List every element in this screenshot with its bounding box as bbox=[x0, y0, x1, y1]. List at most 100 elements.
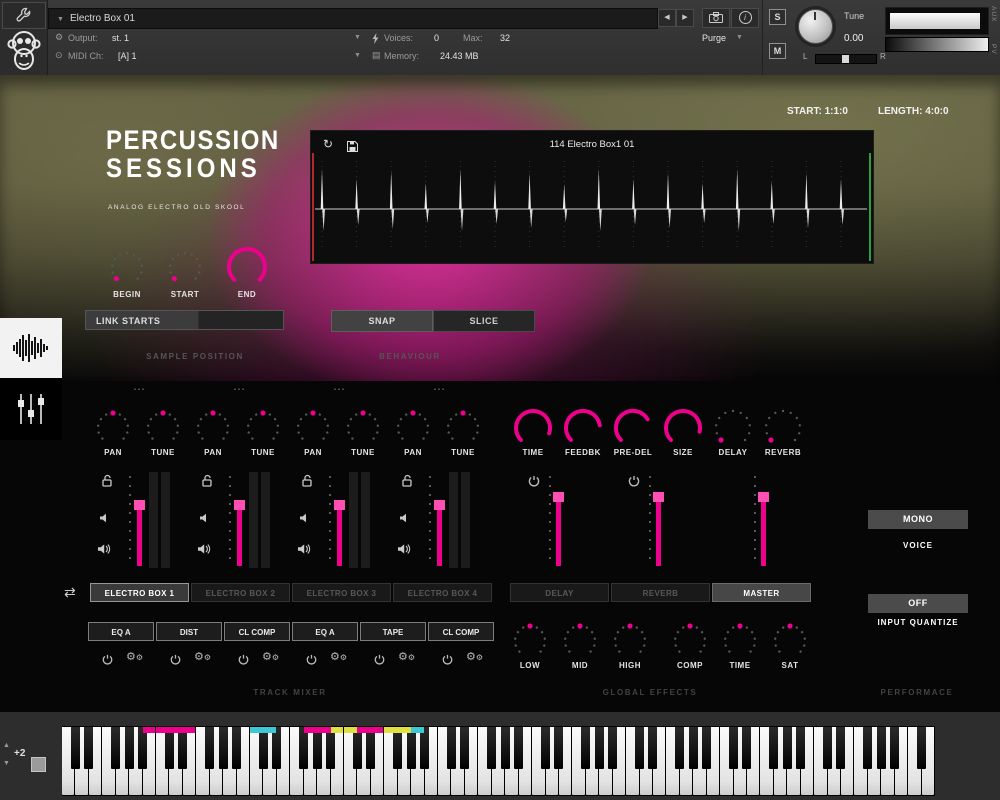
pan-knob[interactable] bbox=[193, 408, 233, 453]
black-key[interactable] bbox=[595, 727, 604, 769]
black-key[interactable] bbox=[407, 727, 416, 769]
fx6-power-icon[interactable] bbox=[442, 652, 453, 670]
tab-master-bus[interactable]: MASTER bbox=[712, 583, 811, 602]
tune-knob[interactable] bbox=[343, 408, 383, 453]
channel-fader-handle[interactable] bbox=[434, 500, 445, 510]
speaker-loud-icon[interactable] bbox=[397, 542, 412, 560]
strip-menu-icon[interactable]: ⋯ bbox=[91, 382, 187, 396]
fx-slot-1[interactable]: EQ A bbox=[88, 622, 154, 641]
start-knob[interactable] bbox=[165, 248, 205, 293]
fx-slot-3[interactable]: CL COMP bbox=[224, 622, 290, 641]
fx-slot-4[interactable]: EQ A bbox=[292, 622, 358, 641]
delay-fader[interactable] bbox=[556, 496, 561, 566]
octave-down-icon[interactable]: ▼ bbox=[3, 760, 10, 767]
fx4-edit-icon[interactable]: ⚙⚙ bbox=[330, 650, 347, 663]
black-key[interactable] bbox=[769, 727, 778, 769]
master-fader-handle[interactable] bbox=[758, 492, 769, 502]
purge-button[interactable]: Purge bbox=[702, 33, 726, 43]
chevron-down-icon[interactable]: ▼ bbox=[57, 16, 64, 23]
black-key[interactable] bbox=[138, 727, 147, 769]
black-key[interactable] bbox=[581, 727, 590, 769]
fx1-power-icon[interactable] bbox=[102, 652, 113, 670]
black-key[interactable] bbox=[836, 727, 845, 769]
fx2-edit-icon[interactable]: ⚙⚙ bbox=[194, 650, 211, 663]
prev-instrument-button[interactable]: ◀ bbox=[658, 9, 676, 27]
fx1-edit-icon[interactable]: ⚙⚙ bbox=[126, 650, 143, 663]
speaker-quiet-icon[interactable] bbox=[399, 510, 411, 528]
channel-fader-handle[interactable] bbox=[234, 500, 245, 510]
voice-mode-button[interactable]: MONO bbox=[868, 510, 968, 529]
channel-fader[interactable] bbox=[337, 504, 342, 566]
fx4-power-icon[interactable] bbox=[306, 652, 317, 670]
master-tune-knob[interactable] bbox=[798, 9, 833, 44]
fx-slot-6[interactable]: CL COMP bbox=[428, 622, 494, 641]
tune-knob[interactable] bbox=[443, 408, 483, 453]
output-dropdown-icon[interactable]: ▼ bbox=[354, 34, 361, 41]
eq-low-knob[interactable] bbox=[510, 621, 550, 666]
tape-time-knob[interactable] bbox=[720, 621, 760, 666]
pan-knob[interactable] bbox=[393, 408, 433, 453]
black-key[interactable] bbox=[742, 727, 751, 769]
channel-fader-handle[interactable] bbox=[334, 500, 345, 510]
black-key[interactable] bbox=[447, 727, 456, 769]
waveform-plot[interactable] bbox=[315, 153, 867, 259]
black-key[interactable] bbox=[689, 727, 698, 769]
delay-fader-handle[interactable] bbox=[553, 492, 564, 502]
pan-slider-handle[interactable] bbox=[842, 55, 849, 63]
black-key[interactable] bbox=[863, 727, 872, 769]
black-key[interactable] bbox=[420, 727, 429, 769]
tab-electro-box-3[interactable]: ELECTRO BOX 3 bbox=[292, 583, 391, 602]
black-key[interactable] bbox=[111, 727, 120, 769]
octave-up-icon[interactable]: ▲ bbox=[3, 742, 10, 749]
black-key[interactable] bbox=[501, 727, 510, 769]
black-key[interactable] bbox=[783, 727, 792, 769]
sample-end-marker[interactable] bbox=[869, 153, 871, 261]
black-key[interactable] bbox=[554, 727, 563, 769]
black-key[interactable] bbox=[890, 727, 899, 769]
black-key[interactable] bbox=[232, 727, 241, 769]
speaker-quiet-icon[interactable] bbox=[199, 510, 211, 528]
strip-menu-icon[interactable]: ⋯ bbox=[191, 382, 287, 396]
black-key[interactable] bbox=[125, 727, 134, 769]
swap-tracks-icon[interactable]: ⇄ bbox=[64, 584, 76, 601]
lock-icon[interactable] bbox=[101, 474, 113, 492]
instrument-title-bar[interactable]: ▼Electro Box 01 bbox=[48, 8, 658, 29]
page-tab-wave[interactable] bbox=[0, 318, 62, 378]
info-icon[interactable]: i bbox=[731, 8, 759, 28]
tab-reverb-bus[interactable]: REVERB bbox=[611, 583, 710, 602]
black-key[interactable] bbox=[299, 727, 308, 769]
tune-knob[interactable] bbox=[243, 408, 283, 453]
wrench-icon[interactable] bbox=[2, 2, 46, 29]
tab-electro-box-1[interactable]: ELECTRO BOX 1 bbox=[90, 583, 189, 602]
black-key[interactable] bbox=[635, 727, 644, 769]
black-key[interactable] bbox=[353, 727, 362, 769]
black-key[interactable] bbox=[71, 727, 80, 769]
pv-label[interactable]: PV bbox=[990, 44, 997, 55]
fx5-power-icon[interactable] bbox=[374, 652, 385, 670]
black-key[interactable] bbox=[84, 727, 93, 769]
delay-power-icon[interactable] bbox=[528, 474, 540, 492]
master-volume-slider[interactable] bbox=[885, 37, 989, 52]
midi-dropdown-icon[interactable]: ▼ bbox=[354, 52, 361, 59]
fx6-edit-icon[interactable]: ⚙⚙ bbox=[466, 650, 483, 663]
pan-knob[interactable] bbox=[93, 408, 133, 453]
end-knob[interactable] bbox=[224, 244, 270, 295]
black-key[interactable] bbox=[702, 727, 711, 769]
mute-button[interactable]: M bbox=[769, 43, 786, 59]
link-starts-button[interactable]: LINK STARTS bbox=[85, 310, 284, 330]
lock-icon[interactable] bbox=[401, 474, 413, 492]
keyboard-scroll-handle[interactable] bbox=[31, 757, 46, 772]
aux-label[interactable]: AUX bbox=[990, 6, 997, 22]
page-tab-mixer[interactable] bbox=[0, 378, 62, 440]
speaker-loud-icon[interactable] bbox=[97, 542, 112, 560]
output-value[interactable]: st. 1 bbox=[112, 33, 129, 43]
speaker-quiet-icon[interactable] bbox=[99, 510, 111, 528]
midi-value[interactable]: [A] 1 bbox=[118, 51, 137, 61]
black-key[interactable] bbox=[205, 727, 214, 769]
black-key[interactable] bbox=[326, 727, 335, 769]
tab-delay-bus[interactable]: DELAY bbox=[510, 583, 609, 602]
eq-mid-knob[interactable] bbox=[560, 621, 600, 666]
black-key[interactable] bbox=[366, 727, 375, 769]
eq-high-knob[interactable] bbox=[610, 621, 650, 666]
black-key[interactable] bbox=[460, 727, 469, 769]
